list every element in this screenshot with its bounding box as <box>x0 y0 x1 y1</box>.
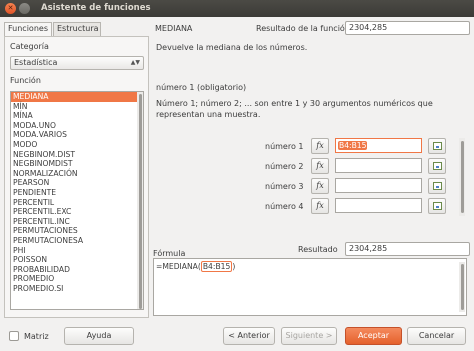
formula-prefix: =MEDIANA( <box>156 262 201 271</box>
back-button[interactable]: < Anterior <box>223 327 275 345</box>
shrink-button-2[interactable] <box>428 158 446 174</box>
argument-label-3: número 3 <box>265 182 304 191</box>
list-item[interactable]: NEGBINOM.DIST <box>11 150 143 160</box>
tab-structure[interactable]: Estructura <box>53 22 101 36</box>
list-item[interactable]: MODA.UNO <box>11 121 143 131</box>
help-button[interactable]: Ayuda <box>64 327 134 345</box>
ok-button[interactable]: Aceptar <box>345 327 402 345</box>
argument-description: Número 1; número 2; ... son entre 1 y 30… <box>156 99 433 119</box>
list-item[interactable]: PERMUTACIONESA <box>11 236 143 246</box>
list-item[interactable]: PROMEDIO <box>11 274 143 284</box>
category-label: Categoría <box>10 42 49 51</box>
next-button[interactable]: Siguiente > <box>281 327 337 345</box>
reference-highlight: B4:B15 <box>338 141 368 150</box>
list-item[interactable]: MÍNA <box>11 111 143 121</box>
formula-result-field: 2304,285 <box>345 242 470 256</box>
function-result-field: 2304,285 <box>345 21 470 35</box>
function-result-label: Resultado de la función <box>256 24 350 33</box>
formula-result-label: Resultado <box>298 245 338 254</box>
argument-input-1[interactable]: B4:B15 <box>335 138 422 153</box>
argument-input-2[interactable] <box>335 158 422 173</box>
scrollbar-thumb[interactable] <box>139 94 142 309</box>
select-range-icon <box>433 182 442 190</box>
fx-icon[interactable]: fx <box>311 138 329 154</box>
matrix-label: Matriz <box>24 332 49 341</box>
list-item[interactable]: PROMEDIO.SI <box>11 284 143 294</box>
argument-title: número 1 (obligatorio) <box>156 83 247 92</box>
category-value: Estadística <box>14 58 58 67</box>
argument-label-4: número 4 <box>265 202 304 211</box>
scrollbar-thumb[interactable] <box>461 264 464 310</box>
select-range-icon <box>433 162 442 170</box>
formula-suffix: ) <box>232 262 236 271</box>
list-item[interactable]: NORMALIZACIÓN <box>11 169 143 179</box>
formula-scrollbar[interactable] <box>459 262 465 312</box>
list-item[interactable]: MODO <box>11 140 143 150</box>
formula-reference: B4:B15 <box>200 261 233 272</box>
fx-icon[interactable]: fx <box>311 198 329 214</box>
close-icon[interactable]: ✕ <box>5 3 16 14</box>
list-item[interactable]: MÍN <box>11 102 143 112</box>
list-item[interactable]: PERCENTIL <box>11 198 143 208</box>
list-item[interactable]: PHI <box>11 246 143 256</box>
list-item[interactable]: NEGBINOMDIST <box>11 159 143 169</box>
functions-panel: Categoría Estadística ▲▼ Función MEDIANA… <box>4 36 149 318</box>
list-item[interactable]: PEARSON <box>11 178 143 188</box>
argument-input-4[interactable] <box>335 198 422 213</box>
arguments-scrollbar[interactable] <box>459 138 465 216</box>
argument-label-1: número 1 <box>265 142 304 151</box>
select-range-icon <box>433 142 442 150</box>
fx-icon[interactable]: fx <box>311 158 329 174</box>
argument-label-2: número 2 <box>265 162 304 171</box>
window-title: Asistente de funciones <box>41 3 151 13</box>
shrink-button-3[interactable] <box>428 178 446 194</box>
matrix-checkbox[interactable] <box>9 331 19 341</box>
formula-label: Fórmula <box>153 249 186 258</box>
function-name: MEDIANA <box>155 24 193 33</box>
list-item[interactable]: PERMUTACIONES <box>11 226 143 236</box>
shrink-button-1[interactable] <box>428 138 446 154</box>
tab-functions[interactable]: Funciones <box>4 22 52 36</box>
function-list[interactable]: MEDIANA MÍN MÍNA MODA.UNO MODA.VARIOS MO… <box>10 91 144 310</box>
function-label: Función <box>10 76 41 85</box>
scrollbar-thumb[interactable] <box>461 141 464 213</box>
minimize-icon[interactable] <box>19 3 30 14</box>
chevron-up-down-icon: ▲▼ <box>130 59 140 66</box>
list-item[interactable]: PENDIENTE <box>11 188 143 198</box>
cancel-button[interactable]: Cancelar <box>407 327 466 345</box>
function-description: Devuelve la mediana de los números. <box>156 43 308 52</box>
title-bar: ✕ Asistente de funciones <box>0 0 474 17</box>
fx-icon[interactable]: fx <box>311 178 329 194</box>
list-item[interactable]: MODA.VARIOS <box>11 130 143 140</box>
shrink-button-4[interactable] <box>428 198 446 214</box>
list-item[interactable]: POISSON <box>11 255 143 265</box>
argument-input-3[interactable] <box>335 178 422 193</box>
list-item[interactable]: PROBABILIDAD <box>11 265 143 275</box>
list-item[interactable]: PERCENTIL.INC <box>11 217 143 227</box>
function-list-scrollbar[interactable] <box>137 92 143 309</box>
select-range-icon <box>433 202 442 210</box>
list-item[interactable]: MEDIANA <box>11 92 143 102</box>
formula-editor[interactable]: =MEDIANA(B4:B15) <box>153 258 467 316</box>
list-item[interactable]: PERCENTIL.EXC <box>11 207 143 217</box>
category-select[interactable]: Estadística ▲▼ <box>10 56 144 70</box>
